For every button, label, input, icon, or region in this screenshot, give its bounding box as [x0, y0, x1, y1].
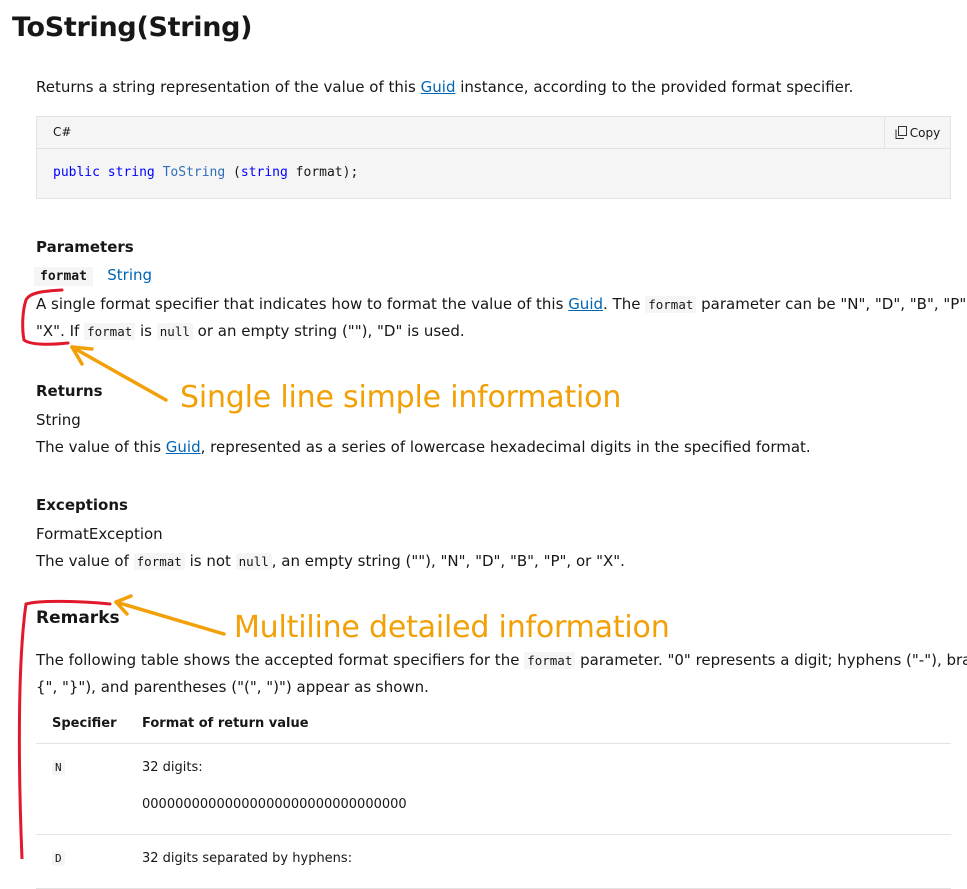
parameter-name: format: [34, 267, 93, 286]
remarks-text-line-2: {", "}"), and parentheses ("(", ")") app…: [36, 678, 429, 696]
copy-button[interactable]: Copy: [884, 117, 950, 148]
remarks-text-line-1: The following table shows the accepted f…: [36, 651, 967, 669]
parameter-description-line-1: A single format specifier that indicates…: [36, 295, 967, 313]
returns-heading: Returns: [36, 382, 103, 400]
copy-icon: [895, 126, 907, 139]
format-description: 32 digits:: [142, 760, 203, 775]
table-cell-format: 32 digits: 00000000000000000000000000000…: [126, 743, 951, 835]
inline-code: format: [133, 553, 185, 570]
table-row: N 32 digits: 000000000000000000000000000…: [36, 743, 951, 835]
returns-description: The value of this Guid, represented as a…: [36, 438, 811, 456]
returns-type-link[interactable]: String: [36, 411, 81, 429]
table-header-format: Format of return value: [126, 703, 951, 744]
table-row: D 32 digits separated by hyphens:: [36, 834, 951, 889]
inline-code: null: [156, 323, 193, 340]
format-specifier-table: Specifier Format of return value N 32 di…: [36, 703, 951, 889]
table-cell-specifier: N: [36, 743, 126, 835]
table-header-specifier: Specifier: [36, 703, 126, 744]
parameter-description-line-2: "X". If format is null or an empty strin…: [36, 322, 465, 340]
table-cell-format: 32 digits separated by hyphens:: [126, 834, 951, 889]
inline-code: format: [645, 296, 697, 313]
inline-code: null: [235, 553, 272, 570]
guid-link[interactable]: Guid: [421, 78, 456, 96]
specifier-code: N: [52, 760, 65, 775]
copy-button-label: Copy: [909, 125, 941, 140]
code-language-label: C#: [53, 125, 72, 139]
guid-link[interactable]: Guid: [166, 438, 201, 456]
parameter-row: format String: [34, 266, 152, 286]
exception-description: The value of format is not null, an empt…: [36, 552, 625, 570]
parameters-heading: Parameters: [36, 238, 134, 256]
annotation-multiline: Multiline detailed information: [234, 610, 670, 645]
table-header-row: Specifier Format of return value: [36, 703, 951, 744]
arrowhead-single-line: [70, 345, 94, 366]
parameter-type-link[interactable]: String: [107, 266, 152, 284]
summary-text: Returns a string representation of the v…: [36, 78, 854, 96]
arrow-multiline: [114, 600, 226, 636]
remarks-heading: Remarks: [36, 608, 120, 628]
inline-code: format: [84, 323, 136, 340]
annotation-single-line: Single line simple information: [180, 380, 622, 415]
page-title: ToString(String): [12, 12, 253, 43]
exception-type-link[interactable]: FormatException: [36, 525, 163, 543]
table-cell-specifier: D: [36, 834, 126, 889]
exceptions-heading: Exceptions: [36, 496, 128, 514]
code-header: C# Copy: [37, 117, 950, 149]
code-block: C# Copy public string ToString (string f…: [36, 116, 951, 199]
code-signature: public string ToString (string format);: [53, 165, 359, 180]
guid-link[interactable]: Guid: [568, 295, 603, 313]
format-example: 00000000000000000000000000000000: [142, 797, 407, 812]
inline-code: format: [524, 652, 576, 669]
